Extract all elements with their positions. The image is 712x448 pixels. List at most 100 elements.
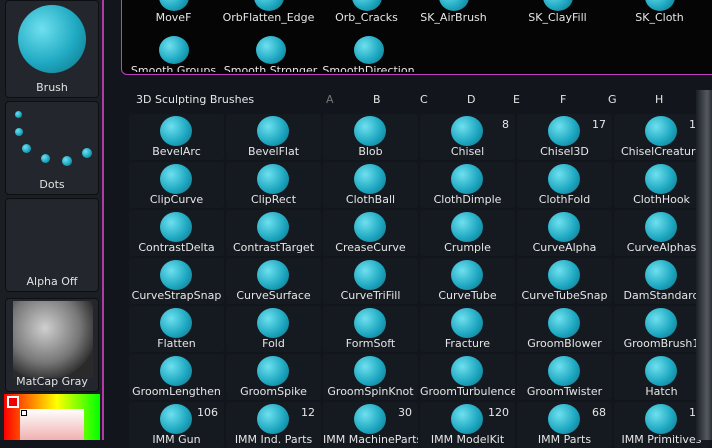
brush-item[interactable]: CurveTube [420, 258, 515, 304]
brush-name: Fracture [444, 337, 491, 350]
brush-item[interactable]: CurveTriFill [323, 258, 418, 304]
brush-item[interactable]: ClothDimple [420, 162, 515, 208]
primary-color-swatch[interactable] [7, 396, 19, 408]
quick-brush-item[interactable]: Smooth Groups [125, 36, 222, 72]
brush-thumbnail-icon [257, 212, 289, 242]
brush-item[interactable]: IMM Ind. Parts 12 [226, 402, 321, 448]
brush-item[interactable]: ClothBall [323, 162, 418, 208]
brush-item[interactable]: CurveStrapSnap [129, 258, 224, 304]
letter-filter-C[interactable]: C [420, 93, 428, 106]
brush-item[interactable]: BevelFlat [226, 114, 321, 160]
brush-item[interactable]: Hatch [614, 354, 709, 400]
stroke-selector[interactable]: Dots [5, 101, 99, 195]
quick-brush-item[interactable]: SK_AirBrush [405, 0, 502, 25]
brush-item[interactable]: Flatten [129, 306, 224, 352]
brush-name: BevelArc [152, 145, 201, 158]
brush-item[interactable]: IMM Gun 106 [129, 402, 224, 448]
brush-name: Fold [262, 337, 285, 350]
brush-name: CreaseCurve [335, 241, 406, 254]
brush-item[interactable]: CurveAlpha [517, 210, 612, 256]
brush-item[interactable]: Chisel3D 17 [517, 114, 612, 160]
brush-item[interactable]: ClothFold [517, 162, 612, 208]
brush-icon [18, 5, 86, 73]
brush-item[interactable]: IMM Parts 68 [517, 402, 612, 448]
quick-brush-item[interactable]: OrbFlatten_Edge [220, 0, 317, 25]
quick-brush-item[interactable]: Smooth Stronger [222, 36, 319, 72]
quick-brush-item[interactable]: SK_ClayFill [509, 0, 606, 25]
color-picker[interactable] [4, 394, 100, 440]
color-cursor[interactable] [21, 410, 27, 416]
brush-name: CurveSurface [236, 289, 311, 302]
letter-filter-F[interactable]: F [560, 93, 566, 106]
brush-thumbnail-icon [354, 116, 386, 146]
brush-item[interactable]: ClipCurve [129, 162, 224, 208]
brush-item[interactable]: Blob [323, 114, 418, 160]
quick-brush-item[interactable]: SmoothDirection [320, 36, 417, 72]
letter-filter-G[interactable]: G [608, 93, 617, 106]
divider [102, 0, 104, 440]
brush-item[interactable]: GroomLengthen [129, 354, 224, 400]
brush-item[interactable]: CurveAlphas [614, 210, 709, 256]
letter-filter-A[interactable]: A [326, 93, 334, 106]
brush-item[interactable]: ContrastTarget [226, 210, 321, 256]
brush-name: FormSoft [345, 337, 396, 350]
brush-name: GroomBrush1 [623, 337, 700, 350]
brush-name: GroomBlower [527, 337, 602, 350]
letter-filter-E[interactable]: E [513, 93, 520, 106]
brush-item[interactable]: CurveSurface [226, 258, 321, 304]
brush-thumbnail-icon [548, 260, 580, 290]
brush-item[interactable]: GroomBrush1 [614, 306, 709, 352]
brush-thumbnail-icon [645, 356, 677, 386]
brush-item[interactable]: GroomBlower [517, 306, 612, 352]
brush-thumbnail-icon [160, 164, 192, 194]
brush-name: Flatten [157, 337, 196, 350]
brush-name: ClothDimple [433, 193, 502, 206]
brush-thumbnail-icon [353, 36, 384, 64]
brush-thumbnail-icon [548, 404, 580, 434]
quick-brush-item[interactable]: SK_Cloth [611, 0, 708, 25]
brush-item[interactable]: Fracture [420, 306, 515, 352]
material-selector[interactable]: MatCap Gray [5, 298, 99, 392]
brush-selector[interactable]: Brush [5, 0, 99, 98]
brush-thumbnail-icon [451, 260, 483, 290]
brush-name: SK_ClayFill [528, 11, 587, 24]
brush-item[interactable]: FormSoft [323, 306, 418, 352]
brush-count: 12 [301, 406, 315, 419]
quick-brush-item[interactable]: Orb_Cracks [318, 0, 415, 25]
brush-item[interactable]: GroomTwister [517, 354, 612, 400]
letter-filter-H[interactable]: H [655, 93, 663, 106]
brush-item[interactable]: ClothHook [614, 162, 709, 208]
quick-brush-item[interactable]: MoveF [125, 0, 222, 25]
brush-thumbnail-icon [645, 308, 677, 338]
letter-filter-D[interactable]: D [467, 93, 475, 106]
brush-item[interactable]: Chisel 8 [420, 114, 515, 160]
brush-name: CurveStrapSnap [131, 289, 222, 302]
brush-name: Chisel [450, 145, 485, 158]
brush-thumbnail-icon [255, 36, 286, 64]
brush-name: Crumple [444, 241, 491, 254]
brush-item[interactable]: Crumple [420, 210, 515, 256]
brush-name: ClothFold [538, 193, 591, 206]
brush-thumbnail-icon [645, 164, 677, 194]
brush-item[interactable]: IMM MachineParts 30 [323, 402, 418, 448]
brush-item[interactable]: CurveTubeSnap [517, 258, 612, 304]
alpha-selector[interactable]: Alpha Off [5, 198, 99, 292]
brush-item[interactable]: IMM Primitives14 [614, 402, 709, 448]
brush-item[interactable]: GroomSpinKnot [323, 354, 418, 400]
brush-label: Brush [36, 81, 68, 94]
brush-item[interactable]: ClipRect [226, 162, 321, 208]
brush-item[interactable]: GroomTurbulence [420, 354, 515, 400]
letter-filter-B[interactable]: B [373, 93, 381, 106]
brush-item[interactable]: IMM ModelKit 120 [420, 402, 515, 448]
brush-name: Blob [358, 145, 383, 158]
brush-item[interactable]: GroomSpike [226, 354, 321, 400]
brush-thumbnail-icon [354, 356, 386, 386]
brush-item[interactable]: DamStandard [614, 258, 709, 304]
brush-item[interactable]: ContrastDelta [129, 210, 224, 256]
brush-item[interactable]: BevelArc [129, 114, 224, 160]
brush-thumbnail-icon [160, 116, 192, 146]
brush-item[interactable]: Fold [226, 306, 321, 352]
brush-item[interactable]: ChiselCreature17 [614, 114, 709, 160]
brush-item[interactable]: CreaseCurve [323, 210, 418, 256]
brush-thumbnail-icon [354, 260, 386, 290]
